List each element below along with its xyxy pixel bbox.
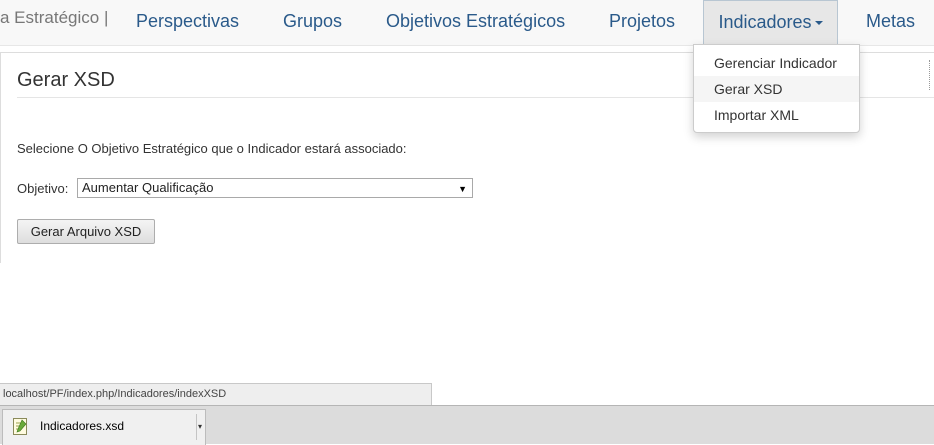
nav-item-indicadores[interactable]: Indicadores xyxy=(703,0,838,45)
download-separator xyxy=(196,414,197,440)
download-menu-arrow-icon[interactable]: ▾ xyxy=(198,422,202,431)
top-navbar: a Estratégico | Perspectivas Grupos Obje… xyxy=(0,0,934,46)
page-title: Gerar XSD xyxy=(17,69,115,91)
nav-item-indicadores-label: Indicadores xyxy=(718,12,812,32)
instruction-text: Selecione O Objetivo Estratégico que o I… xyxy=(17,141,407,156)
status-bar-url: localhost/PF/index.php/Indicadores/index… xyxy=(0,383,432,405)
objetivo-selected-value: Aumentar Qualificação xyxy=(82,180,214,195)
select-arrow-icon: ▼ xyxy=(458,184,467,194)
dropdown-item-gerar-xsd[interactable]: Gerar XSD xyxy=(694,76,859,102)
brand-title[interactable]: a Estratégico | xyxy=(0,8,108,28)
generate-xsd-button[interactable]: Gerar Arquivo XSD xyxy=(17,219,155,244)
nav-item-grupos[interactable]: Grupos xyxy=(283,0,342,44)
nav-item-objetivos-estrategicos[interactable]: Objetivos Estratégicos xyxy=(386,0,565,44)
objetivo-label: Objetivo: xyxy=(17,181,69,196)
nav-item-perspectivas[interactable]: Perspectivas xyxy=(136,0,239,44)
download-file-name: Indicadores.xsd xyxy=(40,419,125,433)
dropdown-item-importar-xml[interactable]: Importar XML xyxy=(694,102,859,128)
dropdown-item-gerenciar-indicador[interactable]: Gerenciar Indicador xyxy=(694,50,859,76)
download-item[interactable]: Indicadores.xsd ▾ xyxy=(2,409,206,445)
file-xsd-icon xyxy=(13,418,27,435)
download-bar: Indicadores.xsd ▾ xyxy=(0,405,934,445)
scroll-edge-marker xyxy=(929,60,934,90)
objetivo-select[interactable]: Aumentar Qualificação ▼ xyxy=(77,178,473,198)
nav-item-projetos[interactable]: Projetos xyxy=(609,0,675,44)
caret-down-icon xyxy=(814,21,823,26)
indicadores-dropdown-menu: Gerenciar Indicador Gerar XSD Importar X… xyxy=(693,44,860,133)
nav-item-metas[interactable]: Metas xyxy=(866,0,915,44)
